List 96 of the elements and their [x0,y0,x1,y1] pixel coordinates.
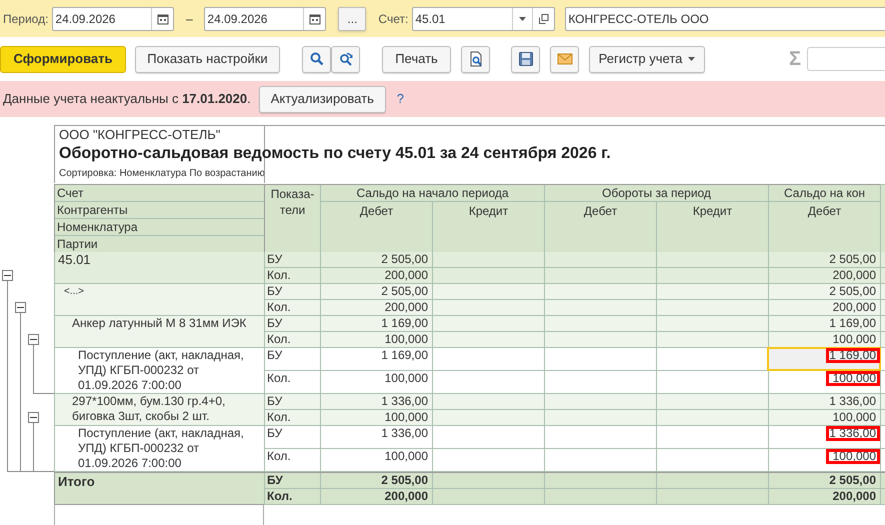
row-name: Поступление (акт, накладная, УПД) КГБП-000232 от 01.09.2026 7:00:00 [78,426,245,471]
column-header: Контрагенты [55,202,264,219]
date-field[interactable]: 24.09.2026 [52,6,174,30]
amount-cell: 100,000 [320,332,432,347]
annotation-box [826,426,880,441]
row-name: <...> [64,285,86,299]
amount-cell: 2 505,00 [768,284,880,299]
row-name: Анкер латунный М 8 31мм ИЭК [72,316,248,331]
amount-cell: 1 169,00 [320,316,432,331]
indicator-cell: БУ [264,394,320,409]
register-dropdown-button[interactable]: Регистр учета [589,46,705,72]
account-field[interactable]: 45.01 [412,6,556,30]
row-name: Поступление (акт, накладная, УПД) КГБП-000232 от 01.09.2026 7:00:00 [78,348,245,393]
caret-icon [688,57,696,61]
column-group-header: Сальдо на кон [768,185,880,202]
column-header: Номенклатура [55,219,264,236]
column-header: Кредит [656,202,768,252]
amount-cell: 2 505,00 [320,284,432,299]
amount-cell: 1 336,00 [768,394,880,409]
amount-cell: 1 169,00 [768,316,880,331]
send-email-button[interactable] [550,46,579,72]
calendar-icon [308,12,321,24]
indicator-cell: Кол. [264,489,320,504]
organization-name: ООО "КОНГРЕСС-ОТЕЛЬ" [58,126,220,143]
amount-cell: 1 336,00 [768,426,880,448]
amount-cell: 2 505,00 [320,252,432,267]
column-header: Дебет [544,202,656,252]
amount-cell: 200,000 [768,300,880,315]
counterparty-field[interactable]: КОНГРЕСС-ОТЕЛЬ ООО [565,6,885,30]
search-icon [308,51,324,67]
report-title: Оборотно-сальдовая ведомость по счету 45.01 за 24 сентября 2026 г. [58,144,611,164]
indicator-cell: БУ [264,316,320,331]
annotation-box [826,371,880,386]
help-link[interactable]: ? [396,89,404,109]
dash-separator: – [185,10,194,28]
column-header: Кредит [432,202,544,252]
save-button[interactable] [511,46,540,72]
amount-cell: 200,000 [320,489,432,504]
amount-cell: 1 336,00 [320,394,432,409]
total-label: Итого [58,474,95,489]
indicator-cell: БУ [264,252,320,267]
collapse-toggle[interactable] [28,412,39,423]
refresh-data-button[interactable]: Актуализировать [258,86,386,112]
amount-cell: 100,000 [768,410,880,425]
amount-cell: 200,000 [768,268,880,283]
open-window-icon [538,14,549,24]
amount-cell: 200,000 [320,268,432,283]
indicator-cell: Кол. [264,300,320,315]
column-group-header: Обороты за период [544,185,768,202]
account-label: Счет: [378,10,408,28]
search-refresh-icon [338,51,354,67]
column-header: Партии [55,236,264,253]
amount-cell: 200,000 [320,300,432,315]
collapse-toggle[interactable] [28,334,39,345]
date-field[interactable]: 24.09.2026 [204,6,326,30]
period-label: Период: [3,10,48,28]
outdated-data-message: Данные учета неактуальны с 17.01.2020. [3,90,251,108]
search-refresh-button[interactable] [331,46,360,72]
show-settings-button[interactable]: Показать настройки [135,46,280,72]
annotation-box [826,449,880,464]
amount-cell[interactable]: 1 169,00 [768,348,880,370]
column-header: Счет [55,185,264,202]
indicator-cell: Кол. [264,332,320,347]
annotation-box [826,348,880,363]
calendar-icon [156,12,169,24]
amount-cell: 2 505,00 [320,473,432,488]
amount-cell: 200,000 [768,489,880,504]
row-name: 45.01 [58,252,92,267]
print-preview-button[interactable] [461,46,490,72]
amount-cell: 100,000 [768,332,880,347]
generate-button[interactable]: Сформировать [0,46,126,72]
page-magnifier-icon [468,51,484,67]
print-button[interactable]: Печать [382,46,451,72]
column-group-header: Сальдо на начало периода [320,185,544,202]
search-button[interactable] [302,46,331,72]
amount-cell: 100,000 [320,410,432,425]
collapse-toggle[interactable] [2,270,13,281]
sum-sign: Σ [789,47,802,72]
sum-field[interactable] [807,47,885,71]
indicator-cell: БУ [264,473,320,488]
row-name: 297*100мм, бум.130 гр.4+0, биговка 3шт, скобы 2 шт. [72,394,226,424]
amount-cell: 100,000 [768,371,880,393]
envelope-icon [556,51,572,67]
amount-cell: 2 505,00 [768,473,880,488]
amount-cell: 2 505,00 [768,252,880,267]
indicator-cell: БУ [264,284,320,299]
column-header: Дебет [320,202,432,252]
sorting-note: Сортировка: Номенклатура По возрастанию [58,167,265,181]
more-button[interactable]: ... [338,6,366,30]
column-header: Показа-тели [264,184,320,252]
indicator-cell: Кол. [264,410,320,425]
amount-cell: 100,000 [768,449,880,471]
collapse-toggle[interactable] [15,302,26,313]
dropdown-icon [519,16,526,20]
indicator-cell: Кол. [264,268,320,283]
column-header: Дебет [768,202,880,252]
